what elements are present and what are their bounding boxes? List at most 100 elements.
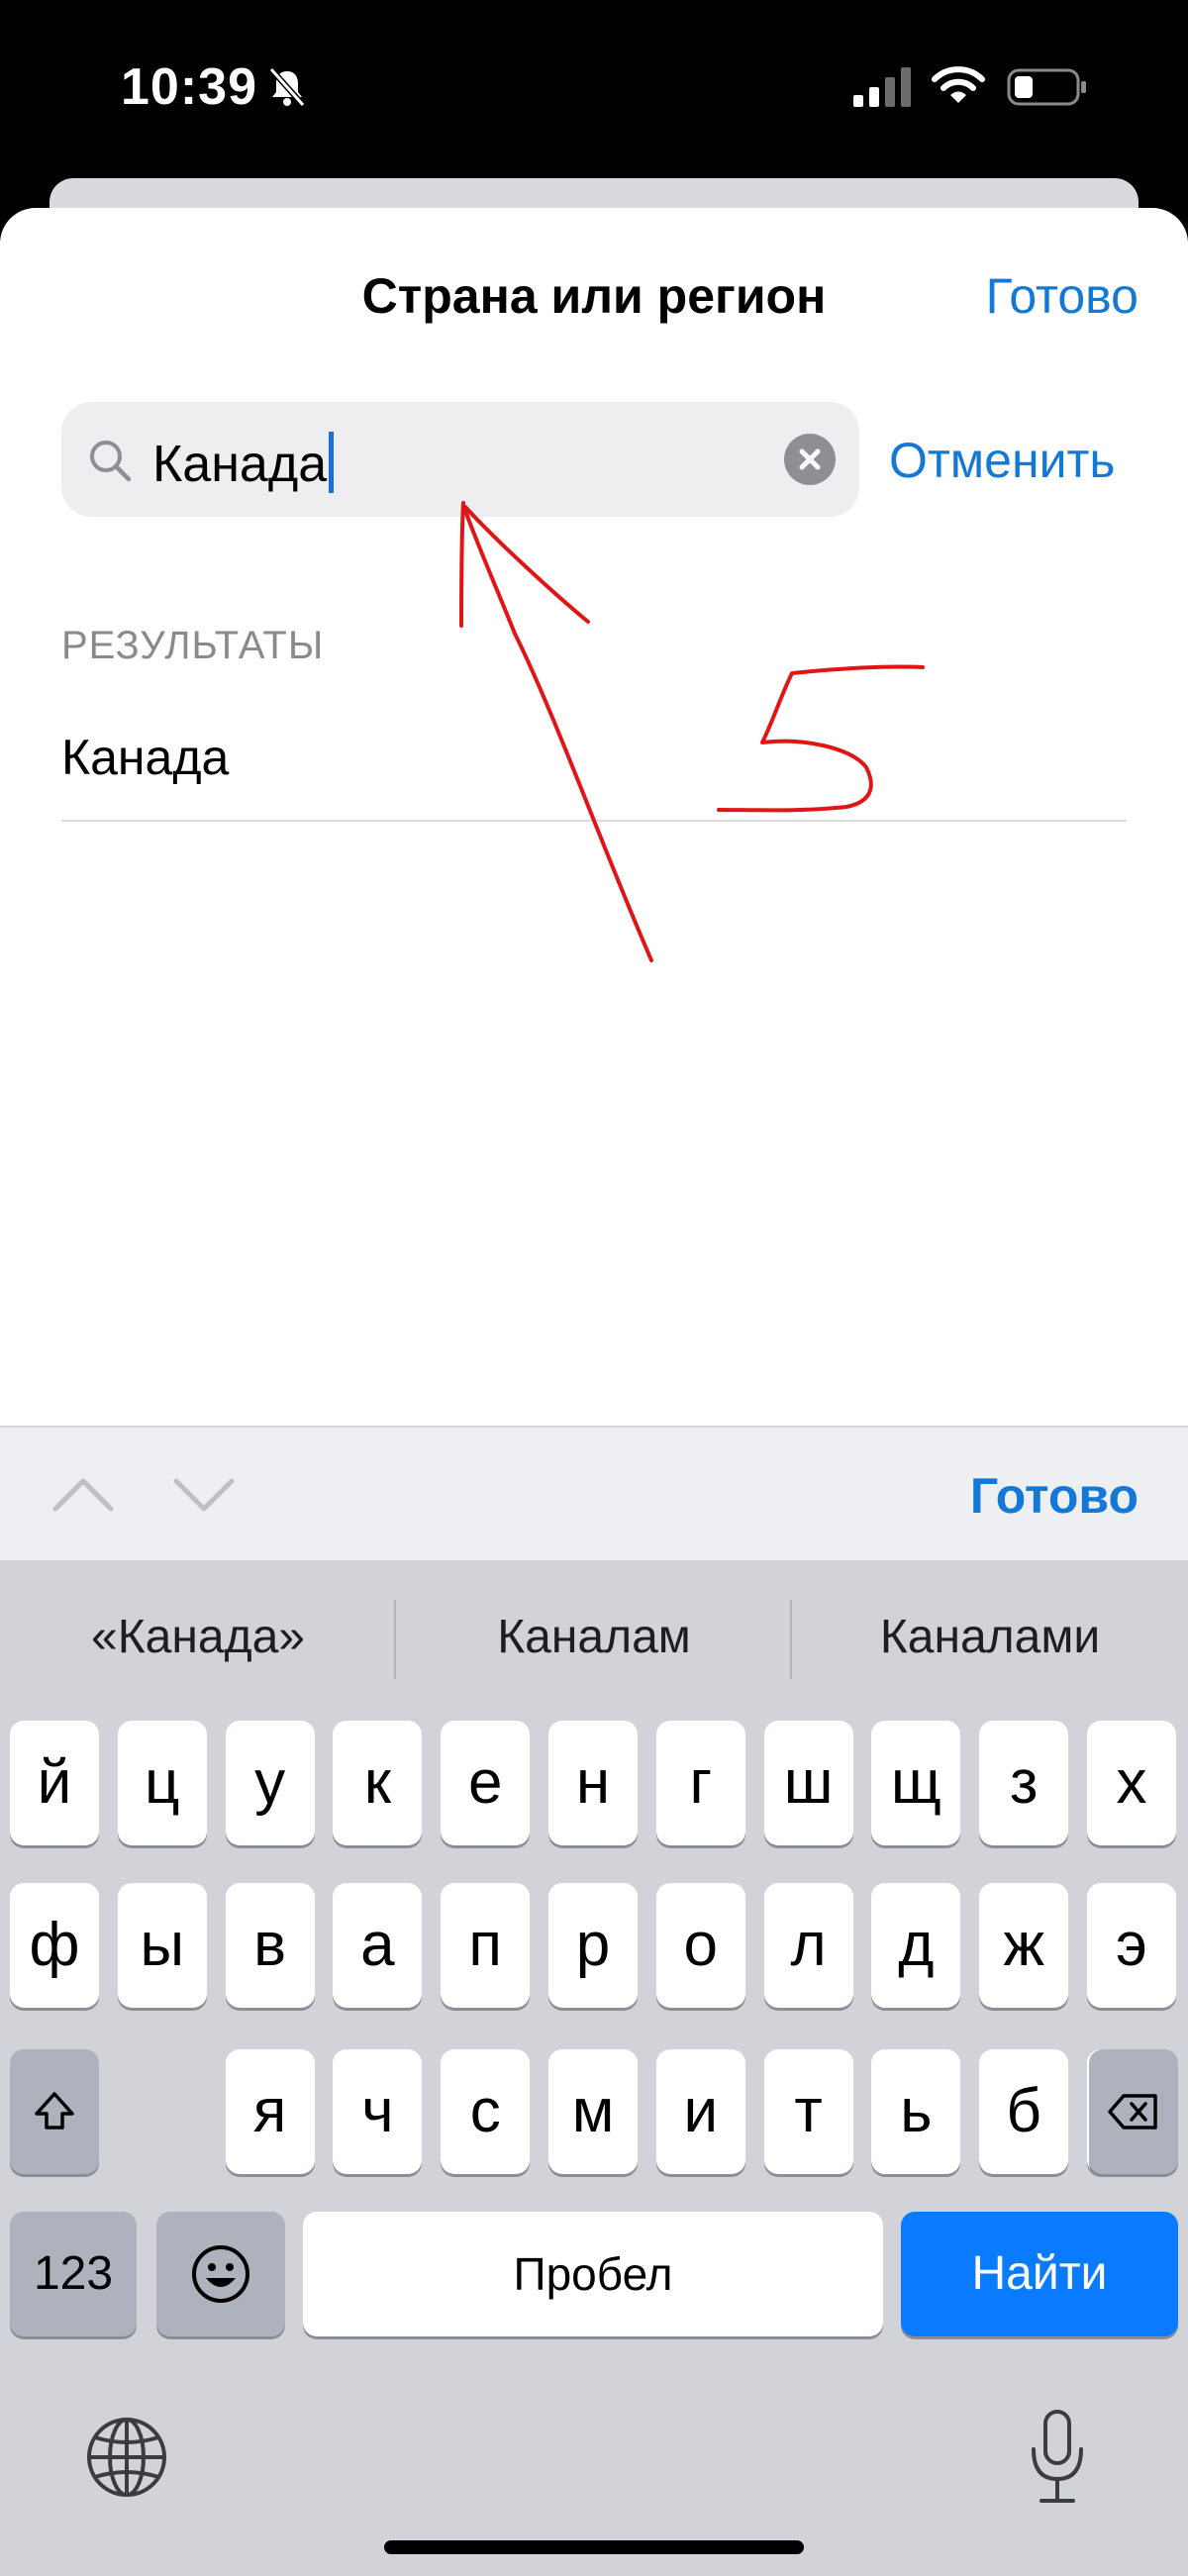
letter-key[interactable]: п bbox=[441, 1883, 531, 2008]
letter-key-label: к bbox=[363, 1748, 391, 1817]
letter-key[interactable]: к bbox=[333, 1721, 423, 1845]
letter-key[interactable]: ч bbox=[333, 2049, 423, 2174]
letter-key[interactable]: щ bbox=[871, 1721, 961, 1845]
search-action-key[interactable]: Найти bbox=[901, 2212, 1178, 2336]
search-field[interactable]: Канада bbox=[61, 402, 859, 517]
letter-key-label: й bbox=[37, 1748, 72, 1817]
letter-key-label: в bbox=[253, 1911, 287, 1979]
letter-key-label: щ bbox=[890, 1748, 941, 1817]
suggestion-item[interactable]: «Канада» bbox=[0, 1610, 396, 1664]
letter-key-label: м bbox=[571, 2077, 615, 2145]
letter-key-label: с bbox=[469, 2077, 501, 2145]
letter-key-label: д bbox=[898, 1911, 935, 1979]
letter-key[interactable]: ф bbox=[10, 1883, 99, 2008]
microphone-icon[interactable] bbox=[1026, 2408, 1089, 2507]
letter-key[interactable]: е bbox=[441, 1721, 531, 1845]
letter-key[interactable]: х bbox=[1087, 1721, 1176, 1845]
action-key-label: Найти bbox=[971, 2247, 1108, 2300]
letter-key[interactable]: г bbox=[655, 1721, 745, 1845]
search-value: Канада bbox=[152, 436, 328, 493]
letter-key-label: р bbox=[575, 1911, 611, 1979]
letter-key-label: т bbox=[794, 2077, 823, 2145]
cancel-search-button[interactable]: Отменить bbox=[889, 432, 1115, 489]
letter-key[interactable]: з bbox=[979, 1721, 1069, 1845]
letter-key[interactable]: т bbox=[763, 2049, 853, 2174]
letter-key[interactable]: л bbox=[763, 1883, 853, 2008]
suggestion-item[interactable]: Каналами bbox=[792, 1610, 1188, 1664]
letter-key[interactable]: ь bbox=[871, 2049, 961, 2174]
keyboard-accessory-bar: Готово bbox=[0, 1426, 1188, 1560]
letter-key-label: ц bbox=[145, 1748, 180, 1817]
results-header: РЕЗУЛЬТАТЫ bbox=[61, 624, 325, 667]
letter-key-label: х bbox=[1116, 1748, 1147, 1817]
letter-key-label: у bbox=[254, 1748, 286, 1817]
letter-key[interactable]: б bbox=[979, 2049, 1069, 2174]
status-time: 10:39 bbox=[121, 58, 257, 116]
letter-key-label: ы bbox=[140, 1911, 185, 1979]
accessory-done-button[interactable]: Готово bbox=[970, 1467, 1138, 1525]
result-label: Канада bbox=[61, 730, 230, 785]
letter-key-label: ш bbox=[783, 1748, 834, 1817]
letter-key[interactable]: м bbox=[548, 2049, 638, 2174]
search-input[interactable]: Канада bbox=[152, 432, 335, 494]
numbers-key[interactable]: 123 bbox=[10, 2212, 137, 2336]
letter-key-label: и bbox=[683, 2077, 719, 2145]
letter-key-label: б bbox=[1006, 2077, 1041, 2145]
letter-key[interactable]: я bbox=[225, 2049, 315, 2174]
cellular-signal-icon bbox=[853, 67, 911, 107]
letter-key[interactable]: ы bbox=[117, 1883, 207, 2008]
globe-icon[interactable] bbox=[83, 2414, 170, 2501]
text-cursor bbox=[329, 432, 335, 493]
letter-key[interactable]: с bbox=[441, 2049, 531, 2174]
letter-key-label: з bbox=[1009, 1748, 1039, 1817]
letter-key-label: э bbox=[1116, 1911, 1147, 1979]
suggestion-item[interactable]: Каналам bbox=[396, 1610, 792, 1664]
letter-key[interactable]: й bbox=[10, 1721, 99, 1845]
home-indicator bbox=[384, 2540, 804, 2554]
letter-key-label: ж bbox=[1003, 1911, 1044, 1979]
result-row[interactable]: Канада bbox=[61, 713, 1127, 822]
letter-key[interactable]: н bbox=[548, 1721, 638, 1845]
chevron-down-icon[interactable] bbox=[172, 1469, 236, 1519]
letter-key-label: ф bbox=[29, 1911, 80, 1979]
letter-key[interactable]: д bbox=[871, 1883, 961, 2008]
letter-key[interactable]: в bbox=[225, 1883, 315, 2008]
letter-key-label: г bbox=[689, 1748, 713, 1817]
bell-slash-icon bbox=[268, 67, 306, 107]
wifi-icon bbox=[932, 66, 985, 103]
shift-key[interactable] bbox=[10, 2049, 99, 2174]
letter-key-label: о bbox=[683, 1911, 719, 1979]
backspace-key[interactable] bbox=[1089, 2049, 1178, 2174]
letter-key-label: п bbox=[468, 1911, 502, 1979]
done-button[interactable]: Готово bbox=[986, 267, 1138, 325]
letter-key[interactable]: ц bbox=[117, 1721, 207, 1845]
letter-key-label: ч bbox=[361, 2077, 394, 2145]
letter-key[interactable]: э bbox=[1087, 1883, 1176, 2008]
emoji-icon bbox=[192, 2245, 249, 2303]
letter-key-label: е bbox=[467, 1748, 503, 1817]
emoji-key[interactable] bbox=[156, 2212, 285, 2336]
letter-key-label: а bbox=[360, 1911, 395, 1979]
country-region-sheet: Страна или регион Готово Канада Отменить… bbox=[0, 208, 1188, 1426]
backspace-icon bbox=[1108, 2094, 1157, 2130]
letter-key[interactable]: р bbox=[548, 1883, 638, 2008]
letter-key[interactable]: и bbox=[655, 2049, 745, 2174]
keyboard: «Канада» Каналам Каналами й ц у к е н г шщз х фыв… bbox=[0, 1560, 1188, 2576]
clear-search-button[interactable] bbox=[784, 434, 836, 485]
letter-key[interactable]: а bbox=[333, 1883, 423, 2008]
shift-icon bbox=[35, 2092, 74, 2130]
letter-key-label: л bbox=[790, 1911, 827, 1979]
battery-icon bbox=[1007, 68, 1086, 106]
letter-key[interactable]: о bbox=[655, 1883, 745, 2008]
chevron-up-icon[interactable] bbox=[51, 1469, 115, 1519]
letter-key[interactable]: ш bbox=[763, 1721, 853, 1845]
space-key-label: Пробел bbox=[513, 2248, 673, 2300]
letter-key-label: я bbox=[252, 2077, 287, 2145]
letter-key[interactable]: ж bbox=[979, 1883, 1069, 2008]
space-key[interactable]: Пробел bbox=[303, 2212, 883, 2336]
status-bar: 10:39 bbox=[0, 0, 1188, 178]
letter-key-label: н bbox=[575, 1748, 611, 1817]
magnifier-icon bbox=[90, 441, 132, 482]
letter-key[interactable]: у bbox=[225, 1721, 315, 1845]
letter-key-label: ь bbox=[900, 2077, 933, 2145]
